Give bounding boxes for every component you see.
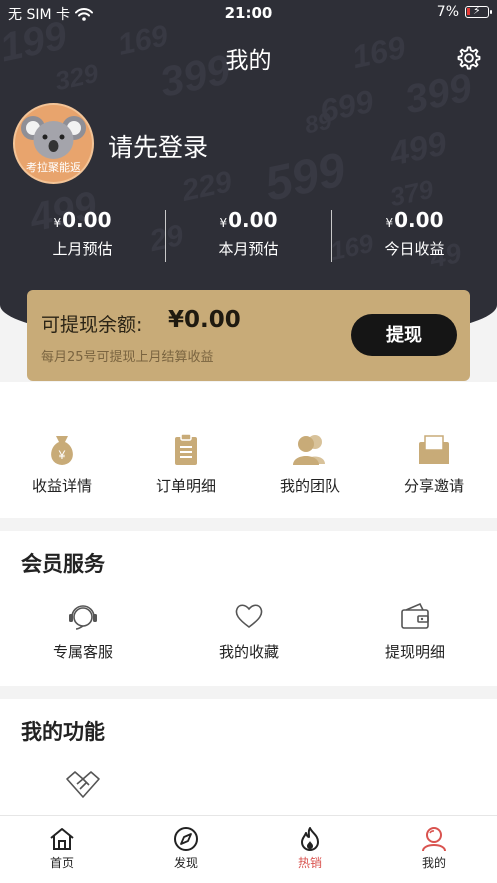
stat-amount: 0.00 [394, 208, 444, 232]
balance-note: 每月25号可提现上月结算收益 [41, 350, 214, 365]
flame-icon [301, 827, 319, 851]
avatar-brand-text: 考拉聚能返 [26, 161, 81, 174]
home-icon [50, 828, 74, 850]
currency-symbol: ¥ [219, 216, 228, 230]
heart-icon [235, 604, 263, 628]
bg-price-number: 499 [386, 124, 450, 174]
service-withdraw-history[interactable]: 提现明细 [332, 601, 497, 662]
balance-amount: ¥0.00 [168, 307, 241, 333]
service-label: 我的收藏 [218, 643, 279, 661]
quick-action-label: 收益详情 [31, 477, 92, 495]
stat-this-month[interactable]: ¥0.00 本月预估 [166, 208, 331, 259]
tab-discover[interactable]: 发现 [124, 826, 248, 871]
function-item[interactable] [0, 769, 166, 801]
stat-amount: 0.00 [228, 208, 278, 232]
bg-price-number: 599 [260, 143, 350, 212]
status-bar: 无 SIM 卡 21:00 7% ⚡ [0, 0, 497, 26]
tab-label: 热销 [297, 856, 322, 870]
member-services-section: 会员服务 专属客服 我的收藏 提现明细 [0, 531, 497, 686]
quick-action-label: 订单明细 [155, 477, 216, 495]
user-icon [422, 827, 446, 852]
envelope-icon [419, 435, 449, 464]
team-icon [293, 435, 325, 465]
avatar[interactable]: 考拉聚能返 [13, 103, 94, 184]
stat-amount: 0.00 [62, 208, 112, 232]
gear-icon[interactable] [455, 44, 483, 72]
service-label: 提现明细 [384, 643, 445, 661]
battery-icon: ⚡ [465, 4, 492, 18]
tab-label: 发现 [173, 856, 198, 870]
service-customer-support[interactable]: 专属客服 [0, 601, 166, 662]
stat-label: 今日收益 [384, 240, 445, 258]
tab-label: 我的 [421, 856, 446, 870]
quick-actions: ¥ 收益详情 订单明细 我的团队 分享邀请 [0, 382, 497, 518]
login-prompt[interactable]: 请先登录 [108, 128, 208, 164]
stat-label: 本月预估 [218, 240, 279, 258]
section-title: 会员服务 [21, 552, 105, 576]
balance-label: 可提现余额: [41, 314, 143, 336]
battery-percent: 7% [436, 4, 459, 20]
stat-last-month[interactable]: ¥0.00 上月预估 [0, 208, 165, 259]
stat-today[interactable]: ¥0.00 今日收益 [332, 208, 497, 259]
my-functions-section: 我的功能 [0, 699, 497, 815]
money-bag-icon: ¥ [51, 436, 73, 465]
bg-price-number: 229 [179, 165, 235, 208]
compass-icon [174, 827, 198, 851]
bg-price-number: 89 [302, 107, 335, 140]
clock: 21:00 [224, 4, 273, 22]
section-title: 我的功能 [21, 720, 105, 744]
stat-label: 上月预估 [52, 240, 113, 258]
svg-text:¥: ¥ [58, 448, 66, 462]
service-favorites[interactable]: 我的收藏 [166, 601, 332, 662]
currency-symbol: ¥ [53, 216, 62, 230]
tab-hot-sale[interactable]: 热销 [248, 826, 372, 871]
quick-action-label: 分享邀请 [403, 477, 464, 495]
withdraw-button[interactable]: 提现 [351, 314, 457, 356]
service-label: 专属客服 [52, 643, 113, 661]
headset-icon [69, 605, 97, 630]
tab-home[interactable]: 首页 [0, 826, 124, 871]
tab-bar: 首页 发现 热销 我的 [0, 815, 497, 883]
clipboard-icon [175, 433, 197, 465]
quick-action-orders[interactable]: 订单明细 [124, 432, 248, 496]
quick-action-label: 我的团队 [279, 477, 340, 495]
quick-action-earnings[interactable]: ¥ 收益详情 [0, 432, 124, 496]
tab-mine[interactable]: 我的 [372, 826, 496, 871]
handshake-icon [66, 771, 100, 798]
currency-symbol: ¥ [385, 216, 394, 230]
balance-card: 可提现余额: ¥0.00 每月25号可提现上月结算收益 提现 [27, 290, 470, 381]
quick-action-invite[interactable]: 分享邀请 [372, 432, 496, 496]
quick-action-team[interactable]: 我的团队 [248, 432, 372, 496]
wallet-icon [401, 602, 429, 629]
page-title: 我的 [225, 48, 272, 74]
tab-label: 首页 [49, 856, 74, 870]
